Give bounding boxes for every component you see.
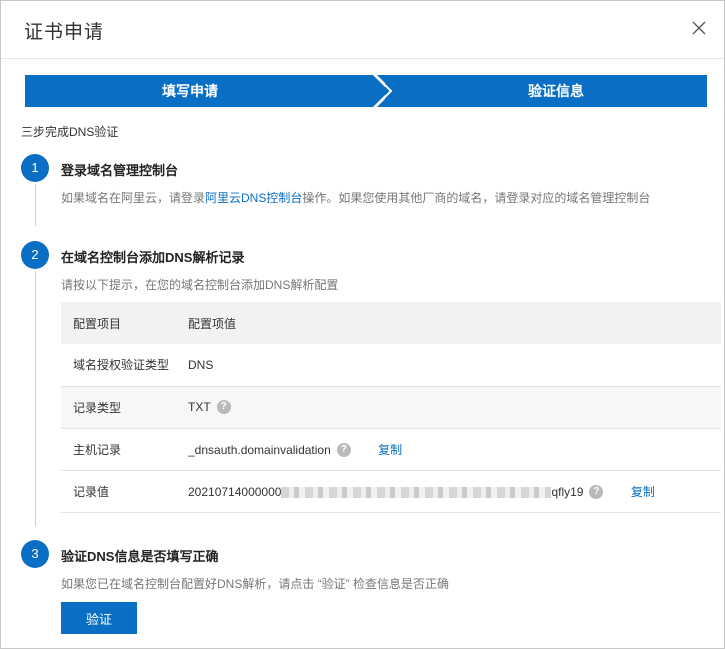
table-row: 记录值 20210714000000 qfly19? 复制	[61, 470, 721, 513]
table-cell-value: DNS	[188, 344, 721, 387]
step-fill-application: 填写申请	[25, 75, 373, 107]
section-desc-add-dns: 请按以下提示，在您的域名控制台添加DNS解析配置	[61, 278, 339, 292]
close-icon[interactable]	[691, 20, 707, 36]
certificate-apply-dialog: 证书申请 填写申请 验证信息 三步完成DNS验证 1 登录域名管理控制台 如果域…	[0, 0, 725, 649]
question-circle-icon[interactable]: ?	[216, 400, 231, 415]
step-number-badge-2: 2	[21, 241, 49, 269]
section-desc-verify: 如果您已在域名控制台配置好DNS解析，请点击 “验证” 检查信息是否正确	[61, 577, 449, 591]
dialog-header: 证书申请	[1, 1, 724, 59]
table-header-value: 配置项值	[188, 302, 721, 344]
copy-host-record-button[interactable]: 复制	[378, 443, 402, 457]
record-type-value: TXT	[188, 399, 211, 414]
table-row: 域名授权验证类型 DNS	[61, 344, 721, 387]
step-connector-line	[35, 184, 36, 226]
dns-config-table: 配置项目 配置项值 域名授权验证类型 DNS 记录类型 TXT? 主机记录 _d…	[61, 302, 721, 513]
desc-text: 操作。如果您使用其他厂商的域名，请登录对应的域名管理控制台	[302, 191, 651, 205]
section-title-login: 登录域名管理控制台	[61, 163, 179, 178]
step-verify-info: 验证信息	[385, 75, 707, 107]
record-value-prefix: 20210714000000	[188, 484, 282, 499]
table-row: 记录类型 TXT?	[61, 386, 721, 429]
table-cell-value: _dnsauth.domainvalidation? 复制	[188, 428, 721, 471]
step-label-fill-application: 填写申请	[162, 83, 218, 99]
table-row: 主机记录 _dnsauth.domainvalidation? 复制	[61, 428, 721, 471]
table-cell-item: 域名授权验证类型	[61, 344, 188, 387]
step-label-verify-info: 验证信息	[528, 83, 584, 99]
table-cell-value: TXT?	[188, 386, 721, 429]
table-cell-item: 记录类型	[61, 386, 188, 429]
page-subtitle: 三步完成DNS验证	[21, 125, 119, 139]
section-title-add-dns: 在域名控制台添加DNS解析记录	[61, 250, 245, 265]
question-circle-icon[interactable]: ?	[589, 485, 604, 500]
step-number-badge-3: 3	[21, 540, 49, 568]
record-value-suffix: qfly19	[551, 484, 584, 499]
dialog-title: 证书申请	[24, 22, 105, 43]
step-indicator: 填写申请 验证信息	[25, 75, 707, 107]
redacted-value-mask	[281, 486, 552, 498]
step-chevron-icon	[365, 75, 401, 107]
step-connector-line	[35, 271, 36, 526]
step-number-badge-1: 1	[21, 154, 49, 182]
table-cell-value: 20210714000000 qfly19? 复制	[188, 470, 721, 513]
aliyun-dns-console-link[interactable]: 阿里云DNS控制台	[205, 191, 302, 205]
section-title-verify: 验证DNS信息是否填写正确	[61, 549, 219, 564]
table-cell-item: 记录值	[61, 470, 188, 513]
question-circle-icon[interactable]: ?	[336, 443, 351, 458]
table-cell-item: 主机记录	[61, 428, 188, 471]
table-header-row: 配置项目 配置项值	[61, 302, 721, 344]
host-record-value: _dnsauth.domainvalidation	[188, 442, 331, 457]
verify-button[interactable]: 验证	[61, 602, 137, 634]
section-desc-login: 如果域名在阿里云，请登录阿里云DNS控制台操作。如果您使用其他厂商的域名，请登录…	[61, 189, 650, 206]
copy-record-value-button[interactable]: 复制	[631, 485, 655, 499]
table-header-item: 配置项目	[61, 302, 188, 344]
desc-text: 如果域名在阿里云，请登录	[61, 191, 206, 205]
